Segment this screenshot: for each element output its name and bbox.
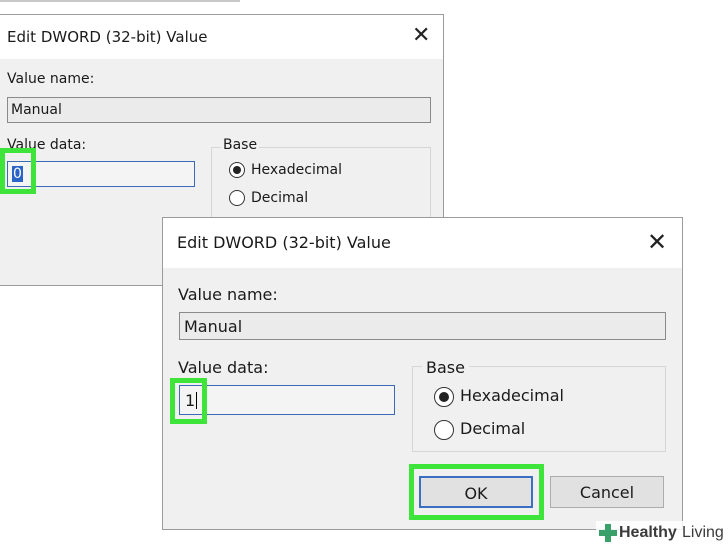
decimal-radio[interactable]: Decimal [229,190,308,206]
value-name-label: Value name: [178,285,278,304]
highlight-box-value-data-back [0,148,36,194]
watermark-brand-bold: Healthy [619,524,677,541]
value-name-label: Value name: [7,71,95,87]
radio-empty-icon [434,419,454,440]
cancel-button[interactable]: Cancel [550,476,664,508]
dialog-title: Edit DWORD (32-bit) Value [7,28,208,46]
hexadecimal-label: Hexadecimal [460,386,564,405]
base-label: Base [221,137,260,153]
watermark: Healthy Living [596,521,728,546]
close-icon[interactable]: ✕ [647,230,667,254]
decimal-label: Decimal [460,419,526,438]
value-name-field: Manual [179,312,666,340]
decimal-radio[interactable]: Decimal [434,419,525,440]
close-icon[interactable]: ✕ [412,25,430,47]
hexadecimal-radio[interactable]: Hexadecimal [229,162,342,178]
value-data-label: Value data: [178,358,269,377]
cross-logo-icon [599,524,617,542]
radio-selected-icon [229,162,245,178]
radio-empty-icon [229,190,245,206]
decimal-label: Decimal [251,190,309,206]
value-data-input[interactable]: 1 [179,385,395,415]
dialog-title: Edit DWORD (32-bit) Value [177,233,391,252]
highlight-box-value-data-front [170,378,207,424]
hexadecimal-label: Hexadecimal [251,162,342,178]
highlight-box-ok-button [409,464,544,520]
hexadecimal-radio[interactable]: Hexadecimal [434,386,564,407]
background-divider [0,0,240,2]
watermark-brand-light: Living [682,524,724,541]
base-label: Base [422,358,469,377]
value-name-field: Manual [7,97,431,123]
radio-selected-icon [434,386,454,407]
